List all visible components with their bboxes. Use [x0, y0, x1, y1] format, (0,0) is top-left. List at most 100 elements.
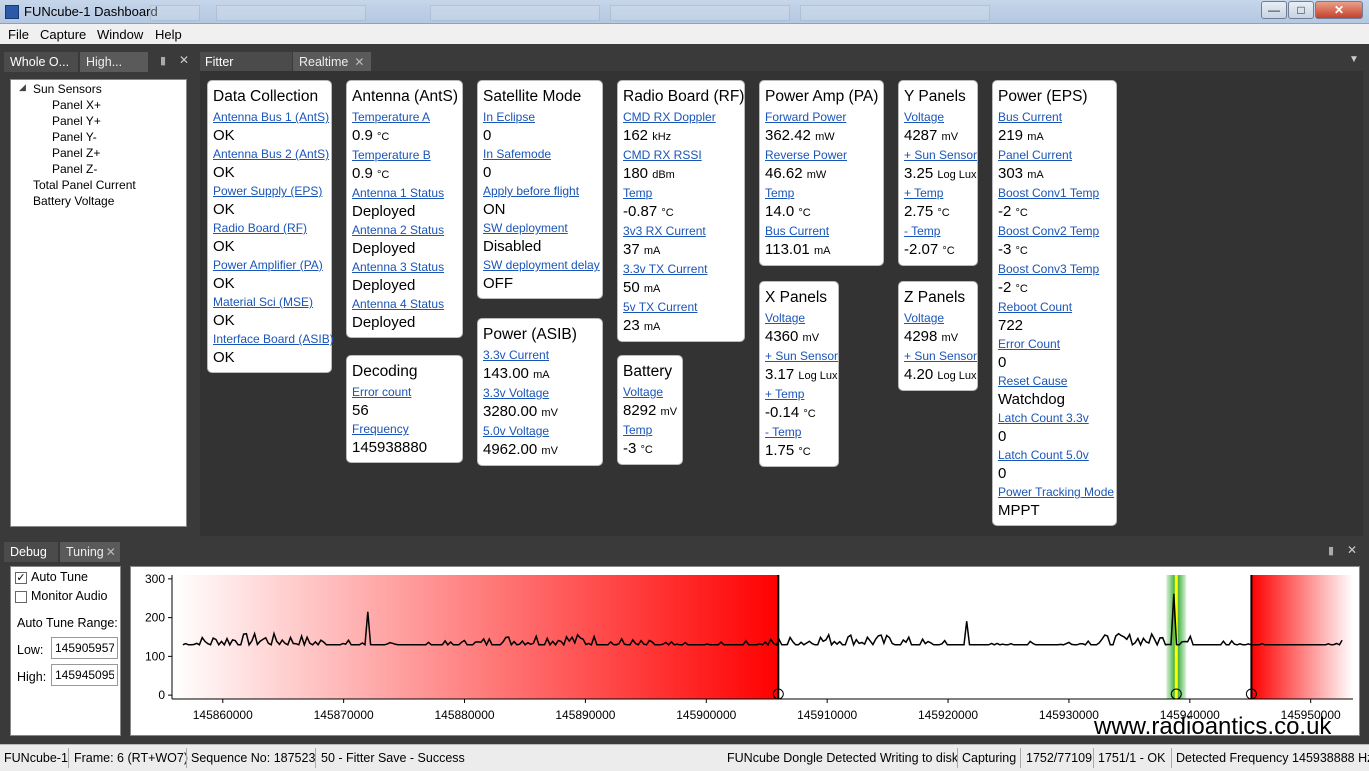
high-frequency-input[interactable]: [51, 664, 118, 686]
field-link[interactable]: + Temp: [904, 186, 972, 201]
field-link[interactable]: Temp: [765, 186, 878, 201]
field-link[interactable]: + Sun Sensor: [904, 349, 977, 364]
tab-tuning[interactable]: Tuning ✕: [60, 542, 120, 562]
tree-item-panel-xplus[interactable]: Panel X+: [52, 98, 101, 112]
field-link[interactable]: Reset Cause: [998, 374, 1111, 389]
field-link[interactable]: Antenna 4 Status: [352, 297, 457, 312]
field-link[interactable]: Temperature A: [352, 110, 457, 125]
field-link[interactable]: Power Supply (EPS): [213, 184, 326, 199]
field-link[interactable]: - Temp: [904, 224, 972, 239]
menu-help[interactable]: Help: [155, 27, 182, 42]
field-link[interactable]: 3v3 RX Current: [623, 224, 739, 239]
field-link[interactable]: + Temp: [765, 387, 833, 402]
field-link[interactable]: Boost Conv2 Temp: [998, 224, 1111, 239]
monitor-audio-checkbox[interactable]: [15, 591, 27, 603]
auto-tune-checkbox[interactable]: ✓: [15, 572, 27, 584]
field-link[interactable]: SW deployment: [483, 221, 597, 236]
status-counts: 1752/77109: [1026, 751, 1093, 765]
field-link[interactable]: CMD RX Doppler: [623, 110, 739, 125]
field-link[interactable]: 5.0v Voltage: [483, 424, 597, 439]
field-link[interactable]: Forward Power: [765, 110, 878, 125]
field-link[interactable]: Temperature B: [352, 148, 457, 163]
field-value-number: Deployed: [352, 314, 416, 331]
field-value: -2 °C: [998, 201, 1111, 224]
tree-item-battery-voltage[interactable]: Battery Voltage: [33, 194, 114, 208]
field-link[interactable]: 3.3v Current: [483, 348, 597, 363]
field-value: 3280.00 mV: [483, 401, 597, 424]
field-link[interactable]: CMD RX RSSI: [623, 148, 739, 163]
field-link[interactable]: 3.3v Voltage: [483, 386, 597, 401]
field-link[interactable]: Panel Current: [998, 148, 1111, 163]
field-link[interactable]: Latch Count 5.0v: [998, 448, 1111, 463]
field-link[interactable]: Interface Board (ASIB): [213, 332, 334, 347]
close-tuning-tab-icon[interactable]: ✕: [106, 545, 116, 559]
field-link[interactable]: Boost Conv3 Temp: [998, 262, 1111, 277]
field-link[interactable]: Temp: [623, 186, 739, 201]
tree-item-panel-yplus[interactable]: Panel Y+: [52, 114, 101, 128]
field-link[interactable]: Error count: [352, 385, 457, 400]
field-link[interactable]: Power Tracking Mode: [998, 485, 1114, 500]
field-link[interactable]: Reverse Power: [765, 148, 878, 163]
close-tab-icon[interactable]: ✕: [354, 55, 364, 69]
field-value: 50 mA: [623, 277, 739, 300]
low-frequency-input[interactable]: [51, 637, 118, 659]
tab-debug[interactable]: Debug: [4, 542, 58, 562]
field-link[interactable]: Antenna 2 Status: [352, 223, 457, 238]
field-link[interactable]: - Temp: [765, 425, 833, 440]
field-link[interactable]: Error Count: [998, 337, 1111, 352]
tree-item-panel-yminus[interactable]: Panel Y-: [52, 130, 97, 144]
field-link[interactable]: Voltage: [904, 110, 972, 125]
pin-icon[interactable]: ▮: [160, 54, 166, 67]
tree-expand-icon[interactable]: ◢: [19, 82, 26, 93]
field-link[interactable]: In Eclipse: [483, 110, 597, 125]
field-link[interactable]: + Sun Sensor: [904, 148, 977, 163]
field-link[interactable]: 5v TX Current: [623, 300, 739, 315]
field-value-number: -3: [623, 440, 637, 457]
menu-capture[interactable]: Capture: [40, 27, 86, 42]
field-link[interactable]: In Safemode: [483, 147, 597, 162]
close-button[interactable]: ✕: [1315, 1, 1363, 19]
tab-whole-orbit[interactable]: Whole O...: [4, 52, 78, 72]
tree-item-sun-sensors[interactable]: Sun Sensors: [33, 82, 102, 96]
field-link[interactable]: Temp: [623, 423, 677, 438]
spectrum-chart[interactable]: 300 200 100 0 145860000 145870000 145880000 145…: [131, 567, 1359, 735]
tree-item-panel-zminus[interactable]: Panel Z-: [52, 162, 97, 176]
tab-realtime[interactable]: Realtime ✕: [293, 52, 371, 72]
tab-fitter-messages[interactable]: Fitter Messages: [200, 52, 292, 89]
field-link[interactable]: Antenna Bus 1 (AntS): [213, 110, 329, 125]
field-link[interactable]: Boost Conv1 Temp: [998, 186, 1111, 201]
tab-high-res[interactable]: High...: [80, 52, 148, 72]
field-link[interactable]: Antenna 3 Status: [352, 260, 457, 275]
minimize-button[interactable]: —: [1261, 1, 1287, 19]
field-link[interactable]: Voltage: [623, 385, 677, 400]
field-link[interactable]: Voltage: [765, 311, 833, 326]
field-link[interactable]: Bus Current: [765, 224, 878, 239]
maximize-button[interactable]: □: [1288, 1, 1314, 19]
field-link[interactable]: Apply before flight: [483, 184, 597, 199]
field-link[interactable]: SW deployment delay: [483, 258, 600, 273]
tree-item-panel-zplus[interactable]: Panel Z+: [52, 146, 100, 160]
field-link[interactable]: Frequency: [352, 422, 457, 437]
menu-file[interactable]: File: [8, 27, 29, 42]
field-link[interactable]: Latch Count 3.3v: [998, 411, 1111, 426]
close-panel-icon[interactable]: ✕: [179, 53, 189, 67]
auto-tune-range-label: Auto Tune Range:: [17, 616, 118, 630]
field-link[interactable]: Voltage: [904, 311, 972, 326]
field-link[interactable]: Antenna Bus 2 (AntS): [213, 147, 329, 162]
field-link[interactable]: Radio Board (RF): [213, 221, 326, 236]
field-link[interactable]: Antenna 1 Status: [352, 186, 457, 201]
tree-item-total-panel-current[interactable]: Total Panel Current: [33, 178, 136, 192]
field-link[interactable]: Material Sci (MSE): [213, 295, 326, 310]
field-link[interactable]: + Sun Sensor: [765, 349, 838, 364]
field-link[interactable]: 3.3v TX Current: [623, 262, 739, 277]
close-bottom-panel-icon[interactable]: ✕: [1347, 543, 1357, 557]
field-value: 162 kHz: [623, 125, 739, 148]
field-link[interactable]: Reboot Count: [998, 300, 1111, 315]
field-unit: mV: [941, 332, 959, 344]
pin-bottom-icon[interactable]: ▮: [1328, 544, 1334, 557]
field-link[interactable]: Power Amplifier (PA): [213, 258, 326, 273]
field-link[interactable]: Bus Current: [998, 110, 1111, 125]
field-value: 3.25 Log Lux: [904, 163, 977, 186]
menu-window[interactable]: Window: [97, 27, 143, 42]
tab-dropdown-icon[interactable]: ▼: [1349, 54, 1359, 65]
